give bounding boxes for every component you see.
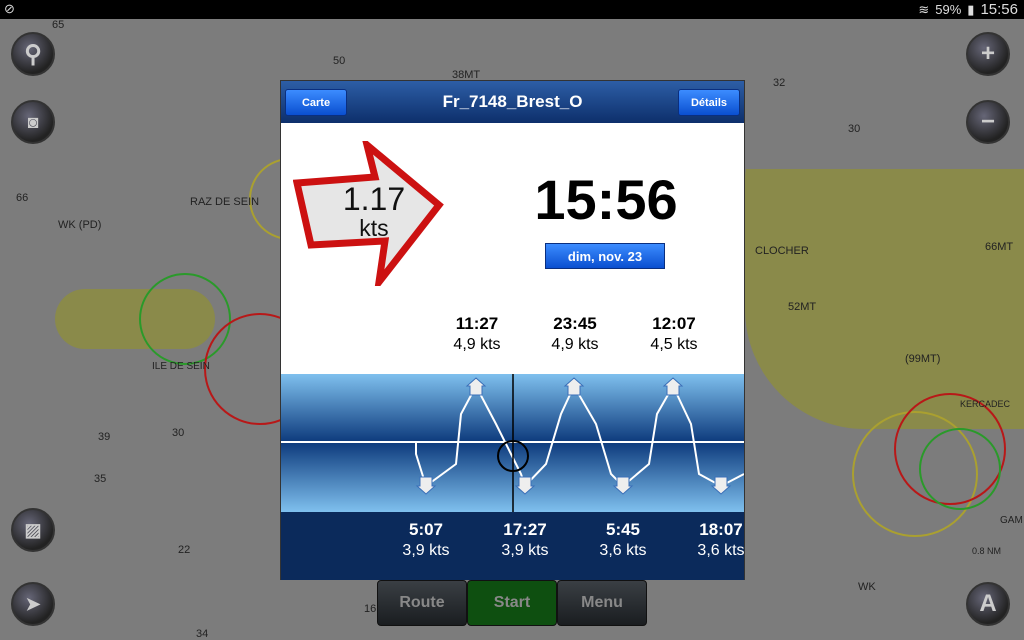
place-label: 66MT <box>985 241 1014 253</box>
scale-label: 0.8 NM <box>972 546 1002 556</box>
depth-label: 30 <box>848 123 861 135</box>
start-button[interactable]: Start <box>467 580 557 626</box>
depth-label: 65 <box>52 19 65 31</box>
current-speed: 1.17 kts <box>319 181 429 241</box>
camera-button[interactable]: ◙ <box>11 100 55 144</box>
station-title: Fr_7148_Brest_O <box>442 92 583 111</box>
battery-icon: ▮ <box>967 1 975 17</box>
compass-icon: ⊘ <box>4 1 15 16</box>
high-speed: 4,9 kts <box>453 336 501 353</box>
compass-icon: A <box>979 590 997 617</box>
low-entry: 18:07 3,6 kts <box>676 520 744 560</box>
depth-label: 22 <box>178 544 191 556</box>
low-entry: 5:45 3,6 kts <box>578 520 668 560</box>
low-entry: 5:07 3,9 kts <box>381 520 471 560</box>
depth-label: 50 <box>333 55 346 67</box>
high-speed: 4,9 kts <box>551 336 599 353</box>
low-speed: 3,9 kts <box>402 542 450 559</box>
low-time: 17:27 <box>503 520 547 539</box>
depth-label: 32 <box>773 77 786 89</box>
bottom-toolbar: Route Start Menu <box>377 580 647 626</box>
tidal-current-dialog: Carte Fr_7148_Brest_O Détails 1.17 kts 1… <box>280 80 745 580</box>
high-time: 11:27 <box>455 314 499 333</box>
current-speed-unit: kts <box>359 215 389 241</box>
zoom-out-button[interactable]: − <box>966 100 1010 144</box>
high-time: 23:45 <box>553 314 597 333</box>
low-speed: 3,6 kts <box>697 542 744 559</box>
layers-button[interactable]: ▨ <box>11 508 55 552</box>
low-entry: 17:27 3,9 kts <box>480 520 570 560</box>
layers-icon: ▨ <box>24 519 42 540</box>
menu-button[interactable]: Menu <box>557 580 647 626</box>
status-bar: ⊘ ≋ 59% ▮ 15:56 <box>0 0 1024 19</box>
plus-icon: + <box>980 40 995 67</box>
place-label: RAZ DE SEIN <box>190 196 260 208</box>
depth-label: 16 <box>364 603 377 615</box>
low-times-panel: 5:07 3,9 kts 17:27 3,9 kts 5:45 3,6 kts 18:… <box>281 512 744 580</box>
navigation-arrow-icon: ➤ <box>25 593 41 614</box>
search-button[interactable]: ⚲ <box>11 32 55 76</box>
place-label: 52MT <box>788 301 817 313</box>
place-label: CLOCHER <box>755 245 809 257</box>
low-time: 5:07 <box>408 520 444 539</box>
depth-label: 30 <box>172 427 185 439</box>
depth-label: 39 <box>98 431 111 443</box>
place-label: GAM <box>1000 515 1023 526</box>
low-speed: 3,9 kts <box>501 542 549 559</box>
low-speed: 3,6 kts <box>599 542 647 559</box>
high-time: 12:07 <box>652 314 696 333</box>
tide-current-graph[interactable] <box>281 374 744 512</box>
place-label: WK (PD) <box>58 219 102 231</box>
current-time: 15:56 <box>534 168 678 231</box>
current-speed-value: 1.17 <box>342 181 406 217</box>
status-clock: 15:56 <box>980 1 1018 18</box>
low-time: 18:07 <box>699 520 743 539</box>
place-label: ILE DE SEIN <box>152 361 210 372</box>
route-button[interactable]: Route <box>377 580 467 626</box>
high-entry: 11:27 4,9 kts <box>432 314 522 354</box>
place-label: (99MT) <box>905 353 941 365</box>
low-time: 5:45 <box>605 520 641 539</box>
depth-label: 35 <box>94 473 107 485</box>
camera-icon: ◙ <box>27 111 39 132</box>
search-icon: ⚲ <box>24 40 42 68</box>
compass-mode-button[interactable]: A <box>966 582 1010 626</box>
wifi-icon: ≋ <box>918 1 930 17</box>
high-entry: 12:07 4,5 kts <box>629 314 719 354</box>
place-label: KERCADEC <box>960 399 1011 409</box>
locate-button[interactable]: ➤ <box>11 582 55 626</box>
high-entry: 23:45 4,9 kts <box>530 314 620 354</box>
battery-percent: 59% <box>935 2 962 17</box>
depth-label: 66 <box>16 192 29 204</box>
zoom-in-button[interactable]: + <box>966 32 1010 76</box>
details-button[interactable]: Détails <box>678 89 740 116</box>
high-speed: 4,5 kts <box>650 336 698 353</box>
date-button[interactable]: dim, nov. 23 <box>545 243 665 269</box>
depth-label: 34 <box>196 628 209 640</box>
dialog-header: Carte Fr_7148_Brest_O Détails <box>281 81 744 123</box>
minus-icon: − <box>980 108 995 135</box>
place-label: WK <box>858 581 876 593</box>
